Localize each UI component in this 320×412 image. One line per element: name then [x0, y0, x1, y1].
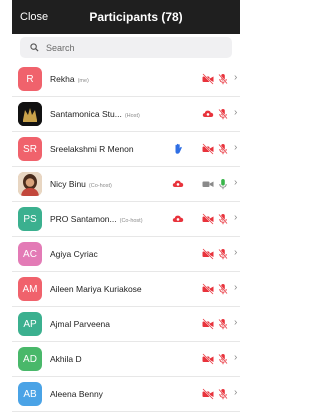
participant-name: Santamonica Stu... (Host) — [50, 109, 140, 119]
participant-row[interactable]: R Rekha (me) › — [12, 62, 240, 97]
participant-row[interactable]: PS PRO Santamon... (Co-host) › — [12, 202, 240, 237]
chevron-right-icon[interactable]: › — [234, 72, 237, 83]
chevron-right-icon[interactable]: › — [234, 282, 237, 293]
participant-row[interactable]: Nicy Binu (Co-host) › — [12, 167, 240, 202]
cloud-record-icon — [172, 213, 184, 225]
chevron-right-icon[interactable]: › — [234, 317, 237, 328]
search-bar[interactable] — [20, 37, 232, 58]
mic-off-icon — [217, 143, 229, 155]
participant-row[interactable]: AC Agiya Cyriac › — [12, 237, 240, 272]
avatar-initials: AC — [23, 248, 37, 260]
video-off-icon — [202, 318, 214, 330]
participant-role: (Host) — [124, 113, 140, 119]
participant-name-text: Akhila D — [50, 354, 82, 364]
participant-role: (Co-host) — [119, 218, 143, 224]
participant-name: Agiya Cyriac — [50, 249, 98, 259]
video-off-icon — [202, 283, 214, 295]
participant-row[interactable]: AB Aleena Benny › — [12, 377, 240, 412]
avatar-initials: R — [26, 73, 34, 85]
video-off-icon — [202, 73, 214, 85]
cloud-record-icon — [202, 108, 214, 120]
mic-off-icon — [217, 353, 229, 365]
participant-name-text: Nicy Binu — [50, 179, 86, 189]
chevron-right-icon[interactable]: › — [234, 247, 237, 258]
mic-off-icon — [217, 388, 229, 400]
avatar: AB — [18, 382, 42, 406]
chevron-right-icon[interactable]: › — [234, 107, 237, 118]
participant-name: Ajmal Parveena — [50, 319, 110, 329]
participant-name: Nicy Binu (Co-host) — [50, 179, 112, 189]
avatar: AP — [18, 312, 42, 336]
chevron-right-icon[interactable]: › — [234, 142, 237, 153]
mic-off-icon — [217, 213, 229, 225]
participant-name-text: Ajmal Parveena — [50, 319, 111, 329]
participant-name: PRO Santamon... (Co-host) — [50, 214, 143, 224]
participant-name: Aileen Mariya Kuriakose — [50, 284, 142, 294]
participant-name: Rekha (me) — [50, 74, 89, 84]
search-icon — [30, 43, 39, 52]
avatar: AD — [18, 347, 42, 371]
mic-icon — [217, 178, 229, 190]
mic-off-icon — [217, 248, 229, 260]
avatar-initials: AM — [22, 283, 38, 295]
participant-name-text: Sreelakshmi R Menon — [50, 144, 134, 154]
participant-name-text: Santamonica Stu... — [50, 109, 122, 119]
avatar-initials: AB — [23, 388, 37, 400]
raise-hand-icon — [172, 143, 184, 155]
video-off-icon — [202, 388, 214, 400]
participant-name: Sreelakshmi R Menon — [50, 144, 134, 154]
video-icon — [202, 178, 214, 190]
avatar-initials: PS — [23, 213, 37, 225]
search-input[interactable] — [44, 41, 218, 54]
participant-list: R Rekha (me) › Santamonica Stu... (Host) › SR Sr… — [12, 62, 240, 412]
chevron-right-icon[interactable]: › — [234, 387, 237, 398]
avatar-initials: AD — [23, 353, 37, 365]
participant-name-text: Aileen Mariya Kuriakose — [50, 284, 142, 294]
participant-row[interactable]: SR Sreelakshmi R Menon › — [12, 132, 240, 167]
profile-photo — [18, 172, 42, 196]
page-title: Participants (78) — [89, 10, 183, 24]
avatar: AM — [18, 277, 42, 301]
cloud-record-icon — [172, 178, 184, 190]
avatar: PS — [18, 207, 42, 231]
participant-row[interactable]: AM Aileen Mariya Kuriakose › — [12, 272, 240, 307]
participant-name: Aleena Benny — [50, 389, 103, 399]
participant-row[interactable]: AD Akhila D › — [12, 342, 240, 377]
participant-name-text: Agiya Cyriac — [50, 249, 98, 259]
avatar: AC — [18, 242, 42, 266]
mic-off-icon — [217, 283, 229, 295]
video-off-icon — [202, 248, 214, 260]
mic-off-icon — [217, 108, 229, 120]
chevron-right-icon[interactable]: › — [234, 352, 237, 363]
mic-off-icon — [217, 318, 229, 330]
avatar: SR — [18, 137, 42, 161]
avatar — [18, 172, 42, 196]
avatar: R — [18, 67, 42, 91]
participant-role: (Co-host) — [88, 183, 112, 189]
participant-row[interactable]: Santamonica Stu... (Host) › — [12, 97, 240, 132]
mic-off-icon — [217, 73, 229, 85]
top-bar: Close Participants (78) — [12, 0, 240, 34]
chevron-right-icon[interactable]: › — [234, 212, 237, 223]
video-off-icon — [202, 213, 214, 225]
participant-name-text: Aleena Benny — [50, 389, 103, 399]
chevron-right-icon[interactable]: › — [234, 177, 237, 188]
avatar-initials: SR — [23, 143, 37, 155]
video-off-icon — [202, 353, 214, 365]
participant-name-text: PRO Santamon... — [50, 214, 117, 224]
participant-role: (me) — [77, 78, 89, 84]
avatar — [18, 102, 42, 126]
participant-row[interactable]: AP Ajmal Parveena › — [12, 307, 240, 342]
logo-icon — [18, 102, 42, 126]
video-off-icon — [202, 143, 214, 155]
participant-name-text: Rekha — [50, 74, 75, 84]
avatar-initials: AP — [23, 318, 37, 330]
participant-name: Akhila D — [50, 354, 82, 364]
